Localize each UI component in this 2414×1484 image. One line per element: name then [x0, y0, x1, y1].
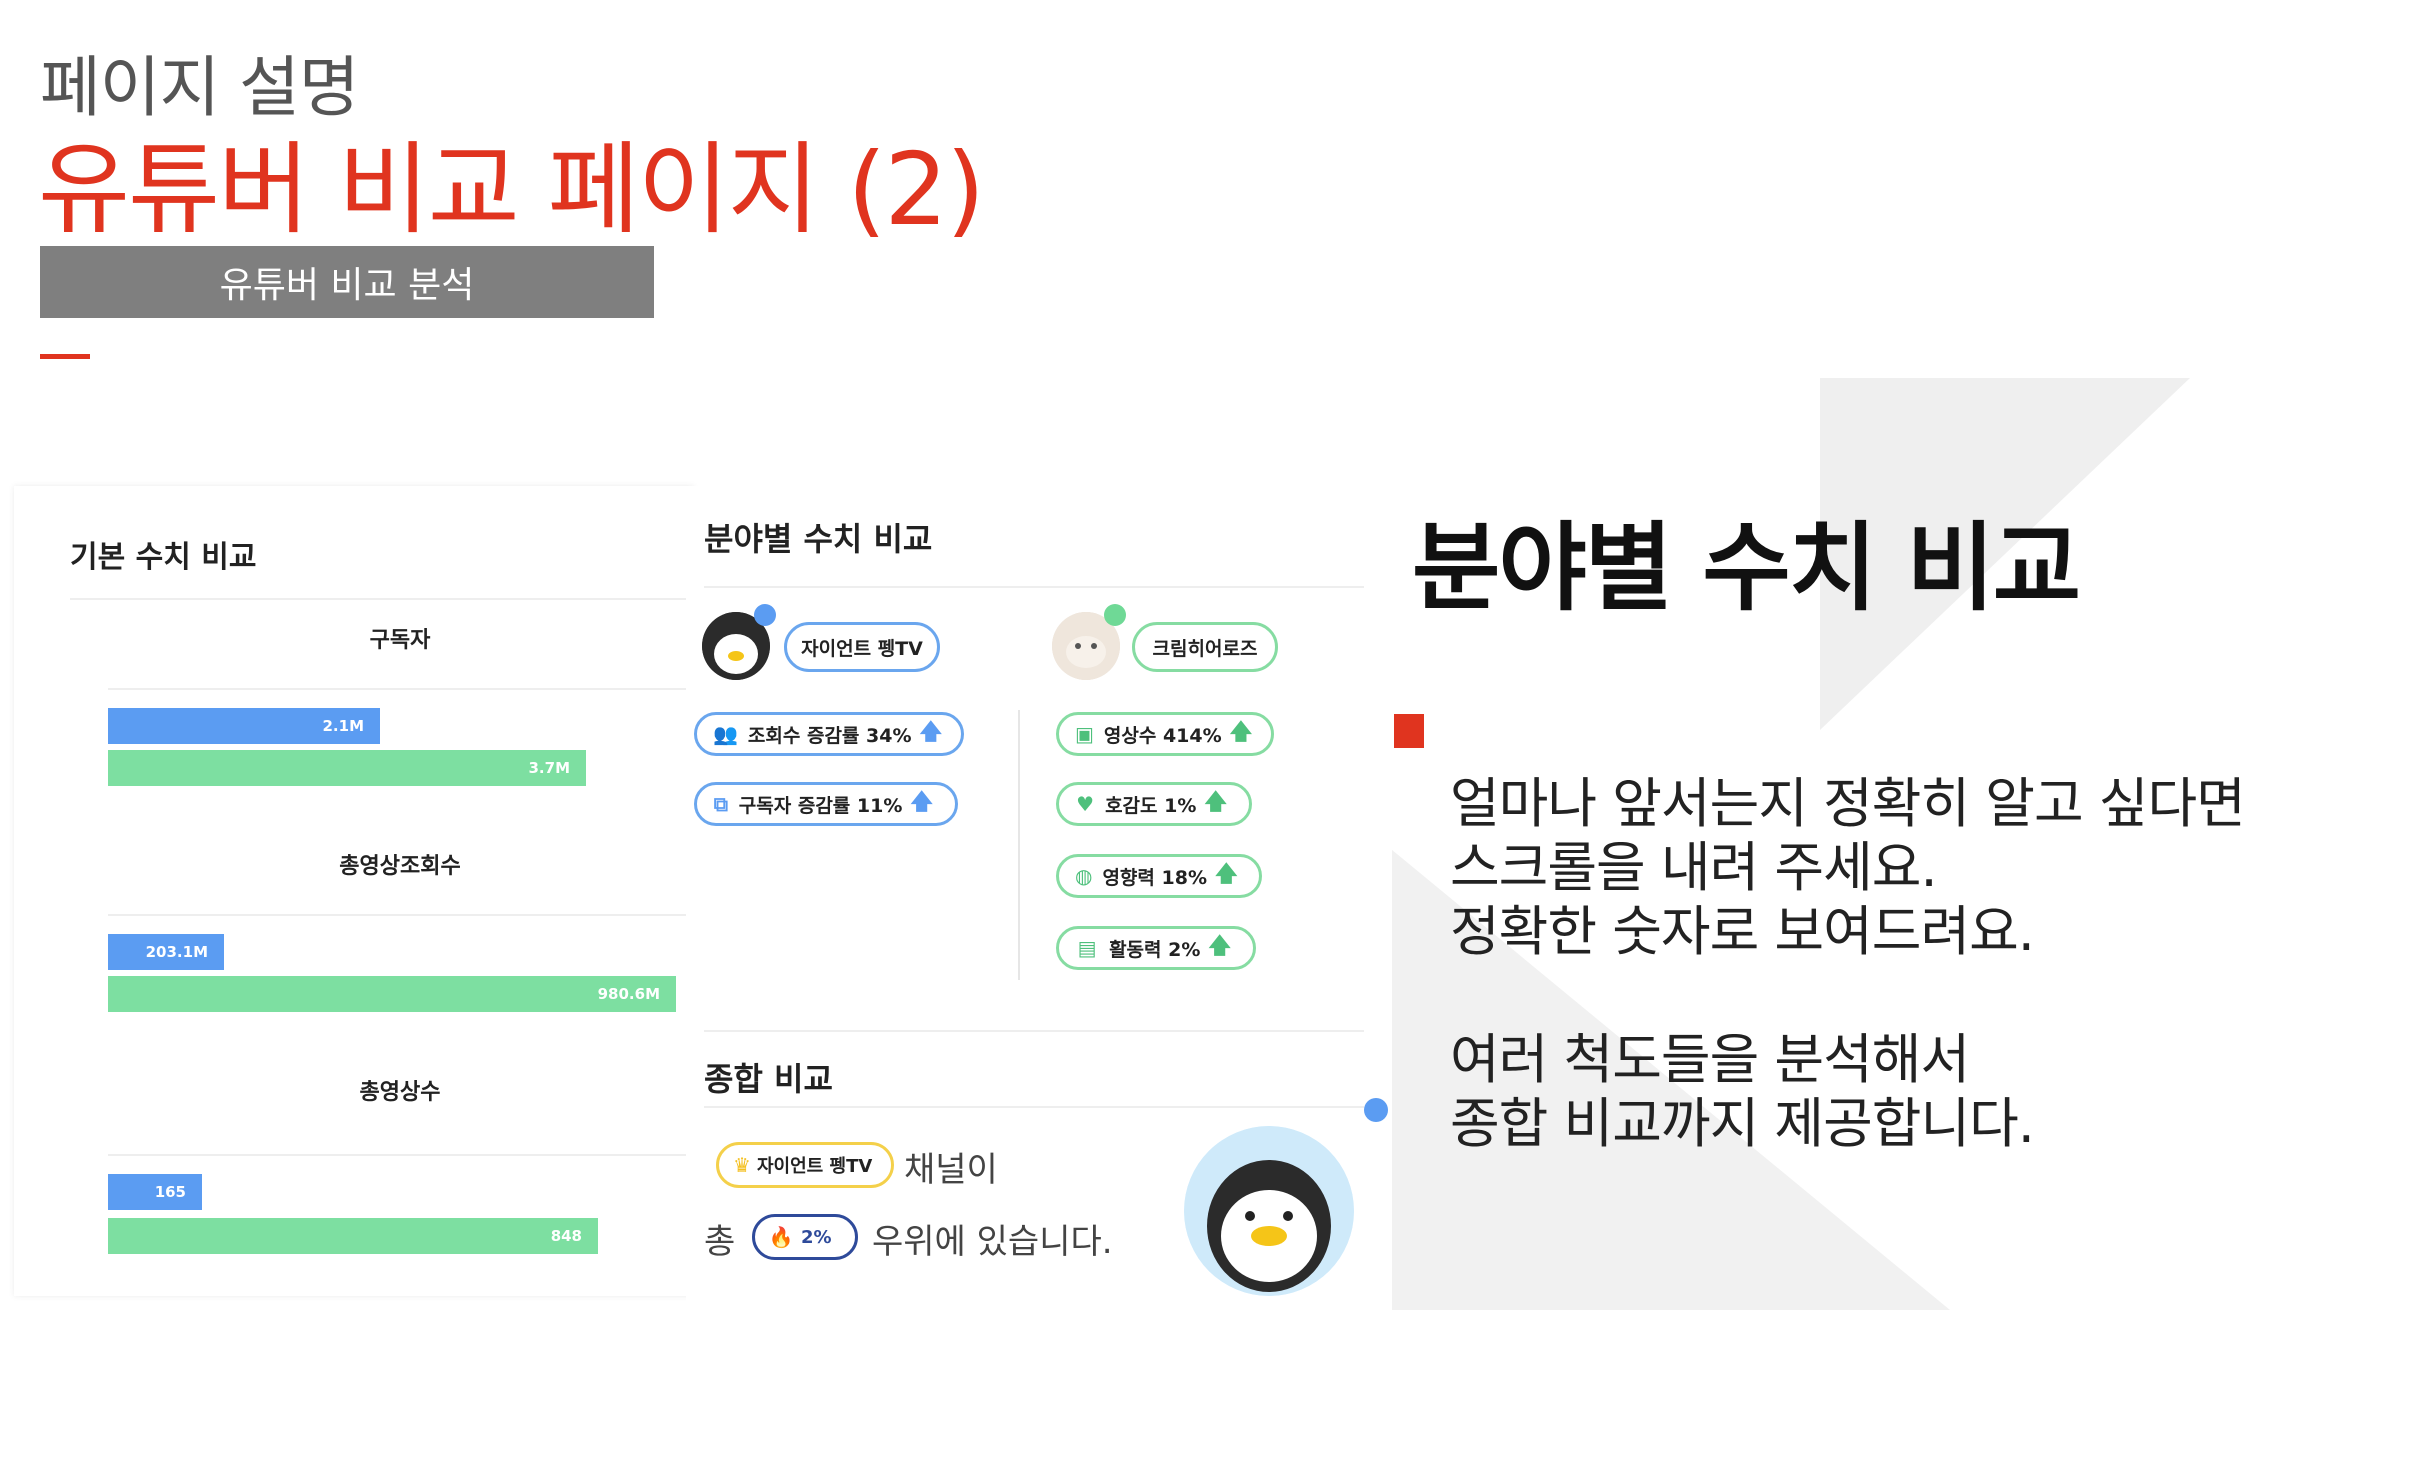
panel-title: 기본 수치 비교 [70, 540, 257, 575]
channel-name-pill[interactable]: 자이언트 펭TV [784, 622, 940, 672]
divider [1018, 710, 1020, 980]
metric-label: 구독자 [369, 628, 431, 653]
summary-text: 총 [704, 1222, 736, 1262]
card-icon: ▤ [1077, 936, 1097, 960]
channel-badge: ♛ 자이언트 펭TV [716, 1142, 894, 1188]
stat-pill: ♥ 호감도 1% 🡅 [1056, 782, 1252, 826]
summary-text: 우위에 있습니다. [872, 1222, 1113, 1262]
blue-dot-icon [1364, 1098, 1388, 1122]
rank-badge: 🔥 2% [752, 1214, 858, 1260]
section-tab: 유튜버 비교 분석 [40, 246, 654, 318]
divider [704, 1030, 1364, 1032]
metric-label: 총영상수 [359, 1080, 441, 1105]
divider [704, 1106, 1364, 1108]
field-comparison-panel: 분야별 수치 비교 자이언트 펭TV 👥 조회수 증감률 34% 🡅 ⧉ 구독자… [686, 486, 1392, 1312]
people-icon: 👥 [713, 722, 738, 746]
summary-text: 채널이 [904, 1150, 998, 1190]
desc-line: 종합 비교까지 제공합니다. [1450, 1092, 2035, 1155]
divider [70, 598, 694, 600]
crown-icon: ♛ [733, 1153, 751, 1177]
summary-title: 종합 비교 [704, 1060, 833, 1098]
desc-line: 스크롤을 내려 주세요. [1450, 836, 1938, 899]
bar-blue: 165 [108, 1174, 202, 1210]
stat-label: 호감도 1% [1105, 794, 1197, 817]
divider [108, 1154, 694, 1156]
stat-label: 활동력 2% [1109, 938, 1201, 961]
stat-pill: ◍ 영향력 18% 🡅 [1056, 854, 1262, 898]
desc-line: 정확한 숫자로 보여드려요. [1450, 900, 2035, 963]
divider [704, 586, 1364, 588]
divider [108, 688, 694, 690]
globe-icon: ◍ [1075, 864, 1093, 888]
bar-green: 980.6M [108, 976, 676, 1012]
description: 얼마나 앞서는지 정확히 알고 싶다면 스크롤을 내려 주세요. 정확한 숫자로… [1450, 772, 2246, 1156]
stat-pill: ▣ 영상수 414% 🡅 [1056, 712, 1274, 756]
stat-pill: ▤ 활동력 2% 🡅 [1056, 926, 1256, 970]
arrow-up-icon: 🡅 [1229, 720, 1253, 745]
bar-blue: 2.1M [108, 708, 380, 744]
page-title: 유튜버 비교 페이지 (2) [38, 131, 985, 248]
desc-line: 여러 척도들을 분석해서 [1450, 1028, 1970, 1091]
desc-line: 얼마나 앞서는지 정확히 알고 싶다면 [1450, 772, 2246, 835]
video-icon: ▣ [1075, 722, 1094, 746]
stat-pill: 👥 조회수 증감률 34% 🡅 [694, 712, 964, 756]
video-stack-icon: ⧉ [713, 792, 729, 816]
arrow-up-icon: 🡅 [1215, 862, 1238, 887]
metric-label: 총영상조회수 [339, 854, 461, 879]
section-heading: 분야별 수치 비교 [1412, 512, 2081, 624]
blue-dot-icon [754, 604, 776, 626]
green-dot-icon [1104, 604, 1126, 626]
arrow-up-icon: 🡅 [919, 720, 943, 745]
stat-label: 영향력 18% [1102, 866, 1207, 889]
penguin-avatar-large [1184, 1126, 1354, 1296]
arrow-up-icon: 🡅 [910, 790, 933, 815]
arrow-up-icon: 🡅 [1208, 934, 1231, 959]
divider [108, 914, 694, 916]
bar-blue: 203.1M [108, 934, 224, 970]
arrow-up-icon: 🡅 [1204, 790, 1227, 815]
bar-green: 848 [108, 1218, 598, 1254]
desc-line [1450, 964, 2245, 1028]
bar-green: 3.7M [108, 750, 586, 786]
rank-value: 2% [801, 1226, 832, 1248]
stat-label: 구독자 증감률 11% [738, 794, 903, 817]
stat-label: 영상수 414% [1103, 724, 1222, 747]
fire-icon: 🔥 [768, 1225, 794, 1249]
stat-label: 조회수 증감률 34% [747, 724, 912, 747]
basic-comparison-panel: 기본 수치 비교 구독자 2.1M 3.7M 총영상조회수 203.1M 980… [14, 486, 694, 1296]
heart-icon: ♥ [1076, 792, 1094, 816]
badge-label: 자이언트 펭TV [757, 1156, 873, 1177]
channel-name-pill[interactable]: 크림히어로즈 [1132, 622, 1278, 672]
panel-title: 분야별 수치 비교 [704, 520, 933, 558]
accent-square [1394, 714, 1424, 748]
accent-line [40, 354, 90, 359]
stat-pill: ⧉ 구독자 증감률 11% 🡅 [694, 782, 958, 826]
